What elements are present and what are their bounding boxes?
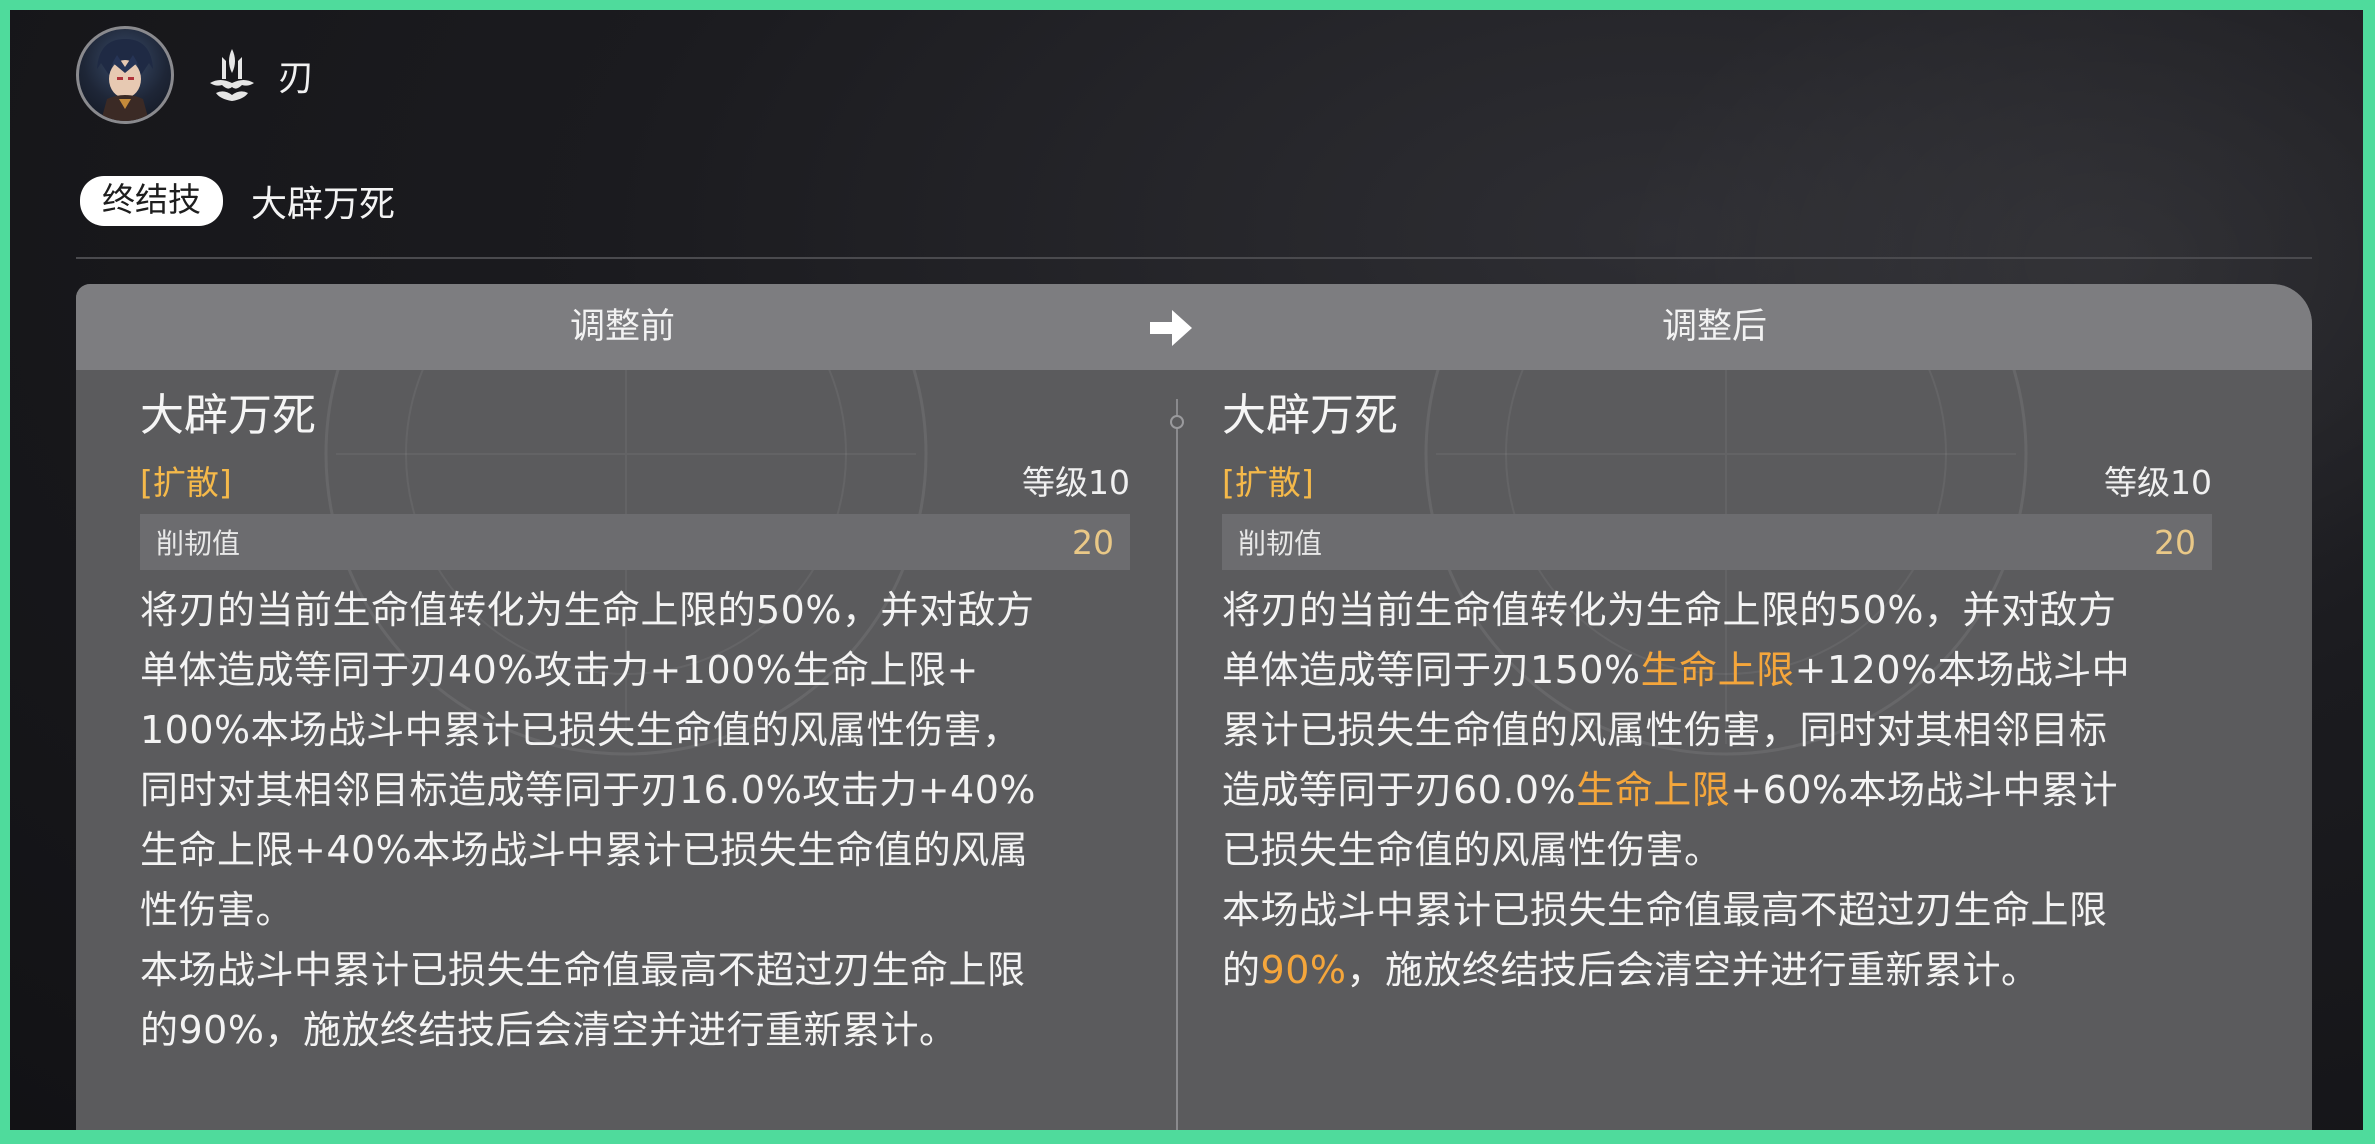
after-desc-line: 已损失生命值的风属性伤害。 [1222,828,1723,872]
after-desc-line: 单体造成等同于刃150%生命上限+120%本场战斗中 [1222,640,2212,700]
after-description: 将刃的当前生命值转化为生命上限的50%，并对敌方 单体造成等同于刃150%生命上… [1222,580,2212,1000]
header-divider [76,257,2312,259]
column-divider-knob-icon [1170,415,1184,429]
after-stat-value: 20 [2154,522,2196,562]
after-desc-line: 的90%，施放终结技后会清空并进行重新累计。 [1222,940,2212,1000]
arrow-right-icon [1150,310,1192,346]
before-meta-row: [扩散] 等级10 [140,454,1130,506]
after-desc-text: +60%本场战斗中累计 [1730,768,2119,812]
after-desc-line: 将刃的当前生命值转化为生命上限的50%，并对敌方 [1222,588,2117,632]
after-label: 调整后 [1662,307,1768,347]
before-level: 等级10 [1022,463,1130,502]
after-meta-row: [扩散] 等级10 [1222,454,2212,506]
before-skill-title: 大辟万死 [140,390,316,441]
before-stat-label: 削韧值 [156,527,241,560]
after-desc-line: 造成等同于刃60.0%生命上限+60%本场战斗中累计 [1222,760,2212,820]
character-portrait-icon [97,39,153,121]
after-desc-text: 的 [1222,948,1261,992]
before-desc-line: 本场战斗中累计已损失生命值最高不超过刃生命上限 [140,948,1026,992]
before-desc-line: 将刃的当前生命值转化为生命上限的50%，并对敌方 [140,588,1035,632]
column-divider [1176,399,1178,1130]
after-skill-title: 大辟万死 [1222,390,1398,441]
skill-name: 大辟万死 [251,184,396,225]
after-desc-line: 累计已损失生命值的风属性伤害，同时对其相邻目标 [1222,708,2108,752]
before-desc-line: 100%本场战斗中累计已损失生命值的风属性伤害， [140,708,1021,752]
before-label: 调整前 [570,307,676,347]
before-desc-line: 单体造成等同于刃40%攻击力+100%生命上限+ [140,648,979,692]
after-desc-text: +120%本场战斗中 [1794,648,2131,692]
after-tag: [扩散] [1222,463,1314,502]
after-desc-text: 造成等同于刃60.0% [1222,768,1577,812]
comparison-panel: 调整前 调整后 大辟万死 [扩散] 等级10 削韧值 20 将刃的当前生命值转化… [76,284,2312,1130]
before-stat-row: 削韧值 20 [140,514,1130,570]
before-column: 大辟万死 [扩散] 等级10 削韧值 20 将刃的当前生命值转化为生命上限的50… [140,384,1130,1060]
screen: 刃 终结技 大辟万死 调整前 调整后 大辟万死 [扩散] 等级10 削韧值 20… [10,10,2363,1130]
after-level: 等级10 [2104,463,2212,502]
after-highlight-text: 生命上限 [1640,648,1795,692]
before-desc-line: 性伤害。 [140,888,295,932]
before-desc-line: 同时对其相邻目标造成等同于刃16.0%攻击力+40% [140,768,1037,812]
character-avatar[interactable] [76,26,174,124]
comparison-header: 调整前 调整后 [76,284,2312,370]
after-stat-row: 削韧值 20 [1222,514,2212,570]
after-desc-line: 本场战斗中累计已损失生命值最高不超过刃生命上限 [1222,888,2108,932]
character-header: 刃 [76,24,314,126]
before-desc-line: 生命上限+40%本场战斗中累计已损失生命值的风属 [140,828,1029,872]
after-highlight-text: 90% [1260,948,1347,992]
character-name: 刃 [278,58,315,99]
after-desc-text: 单体造成等同于刃150% [1222,648,1641,692]
before-description: 将刃的当前生命值转化为生命上限的50%，并对敌方 单体造成等同于刃40%攻击力+… [140,580,1130,1060]
after-column: 大辟万死 [扩散] 等级10 削韧值 20 将刃的当前生命值转化为生命上限的50… [1222,384,2212,1000]
after-desc-text: ，施放终结技后会清空并进行重新累计。 [1346,948,2040,992]
skill-type-badge: 终结技 [80,176,223,226]
before-stat-value: 20 [1072,522,1114,562]
after-stat-label: 削韧值 [1238,527,1323,560]
abundance-path-icon [210,49,254,101]
skill-row: 终结技 大辟万死 [80,175,395,227]
before-tag: [扩散] [140,463,232,502]
before-desc-line: 的90%，施放终结技后会清空并进行重新累计。 [140,1008,958,1052]
after-highlight-text: 生命上限 [1576,768,1731,812]
